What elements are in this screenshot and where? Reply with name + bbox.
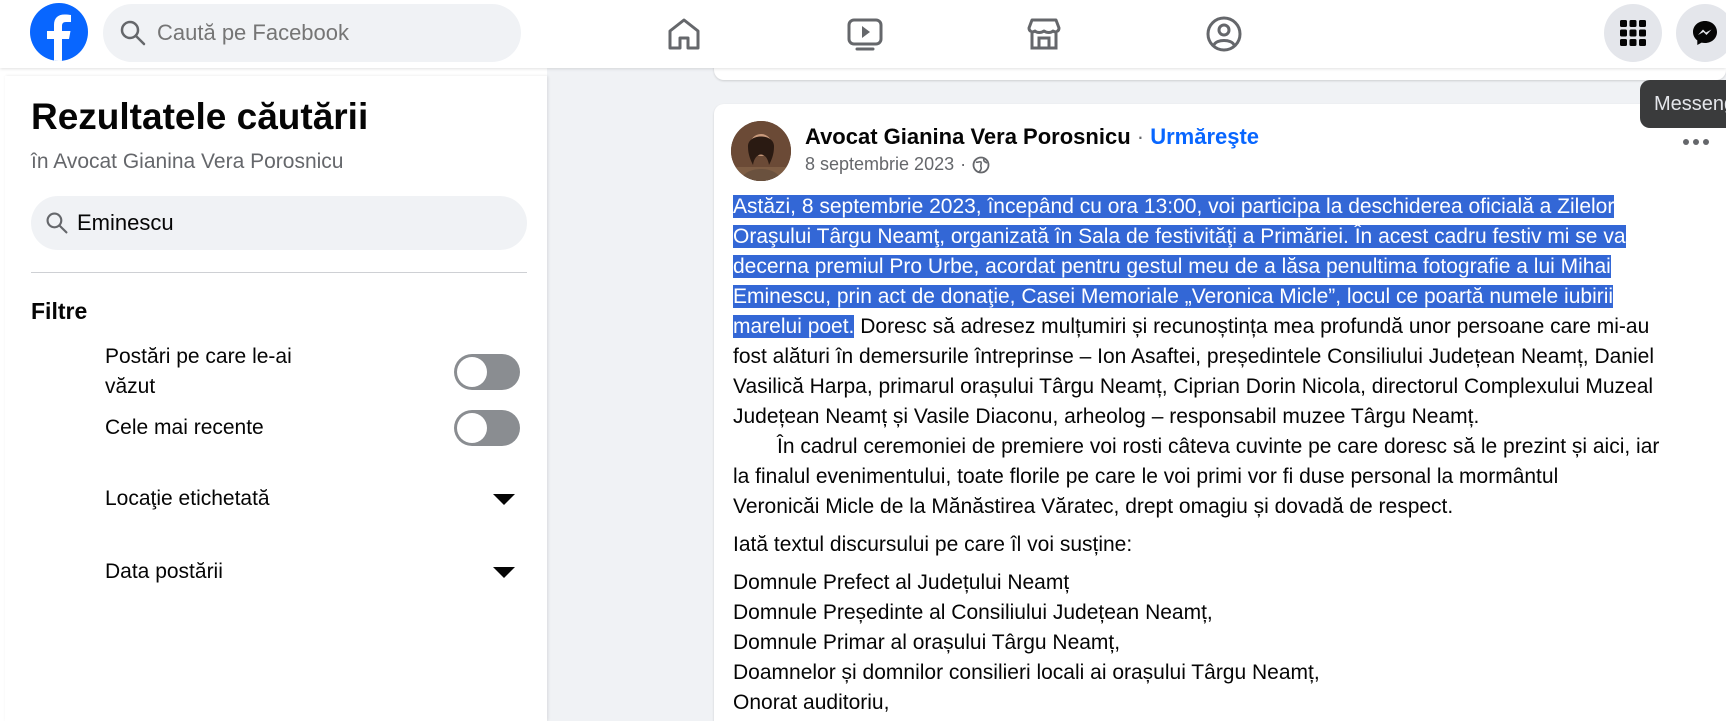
- post-line: Onorat auditoriu,: [733, 691, 890, 714]
- filters-heading: Filtre: [31, 298, 88, 324]
- facebook-f-glyph: [47, 14, 71, 61]
- facebook-logo-icon[interactable]: [30, 3, 88, 61]
- globe-icon: [972, 156, 990, 173]
- selected-text: Astăzi, 8 septembrie 2023, începând cu o…: [733, 195, 1615, 218]
- search-results-sidebar: Rezultatele căutării în Avocat Gianina V…: [5, 76, 547, 721]
- facebook-search-input[interactable]: [157, 20, 457, 46]
- post-line: decerna premiul Pro Urbe, acordat pentru…: [733, 252, 1718, 282]
- post-date[interactable]: 8 septembrie 2023: [805, 154, 954, 175]
- results-search-box[interactable]: [31, 196, 527, 250]
- search-icon: [46, 212, 68, 234]
- results-search-input[interactable]: [77, 210, 477, 236]
- toggle-knob: [457, 413, 487, 443]
- sidebar-title: Rezultatele căutării: [31, 96, 369, 137]
- sidebar-divider: [31, 272, 527, 273]
- location-dropdown-icon[interactable]: [493, 494, 515, 505]
- post-line: la finalul evenimentului, toate florile …: [733, 465, 1559, 488]
- post-line: Domnule Președinte al Consiliului Județe…: [733, 601, 1213, 624]
- post-card: Avocat Gianina Vera Porosnicu · Urmăreşt…: [714, 104, 1726, 721]
- author-avatar[interactable]: [731, 121, 791, 181]
- filter-seen-line-1: Postări pe care le-ai: [105, 345, 292, 368]
- selected-text: decerna premiul Pro Urbe, acordat pentru…: [733, 255, 1611, 278]
- selected-text: marelui poet.: [733, 315, 855, 338]
- post-line: marelui poet. Doresc să adresez mulțumir…: [733, 312, 1718, 342]
- home-icon: [668, 18, 700, 50]
- post-line: Domnule Primar al orașului Târgu Neamț,: [733, 631, 1121, 654]
- marketplace-nav-button[interactable]: [1022, 12, 1066, 56]
- filter-seen-line-2: văzut: [105, 375, 156, 398]
- sidebar-subtitle: în Avocat Gianina Vera Porosnicu: [31, 150, 344, 173]
- author-separator: ·: [1130, 124, 1151, 149]
- post-line: Eminescu, prin act de donaţie, Casei Mem…: [733, 282, 1718, 312]
- post-line: Doamnelor și domnilor consilieri locali …: [733, 661, 1320, 684]
- grid-menu-icon: [1620, 20, 1646, 46]
- post-author-line: Avocat Gianina Vera Porosnicu · Urmăreşt…: [805, 124, 1259, 150]
- groups-icon: [1206, 16, 1242, 52]
- post-line: În cadrul ceremoniei de premiere voi ros…: [777, 435, 1660, 458]
- filter-seen-posts-toggle[interactable]: [454, 354, 520, 390]
- post-line: Domnule Prefect al Județului Neamț: [733, 571, 1070, 594]
- dot-icon: [1683, 139, 1689, 145]
- facebook-search-box[interactable]: [103, 4, 521, 62]
- dot-icon: [1693, 139, 1699, 145]
- marketplace-icon: [1027, 18, 1061, 50]
- post-line: Oraşului Târgu Neamţ, organizată în Sala…: [733, 222, 1718, 252]
- post-line: Județean Neamț și Vasile Diaconu, arheol…: [733, 405, 1480, 428]
- video-nav-button[interactable]: [843, 12, 887, 56]
- messenger-tooltip: Messenger: [1640, 80, 1726, 128]
- post-text-segment: Doresc să adresez mulțumiri și recunoști…: [854, 315, 1650, 338]
- filter-recent-toggle[interactable]: [454, 410, 520, 446]
- apps-menu-button[interactable]: [1604, 4, 1662, 62]
- filter-seen-posts-label: Postări pe care le-ai văzut: [105, 342, 292, 402]
- filter-location-label[interactable]: Locaţie etichetată: [105, 484, 270, 514]
- date-separator: ·: [960, 154, 967, 174]
- filter-recent-label: Cele mai recente: [105, 416, 264, 439]
- post-line: fost alături în demersurile întreprinse …: [733, 345, 1654, 368]
- groups-nav-button[interactable]: [1202, 12, 1246, 56]
- messenger-icon: [1693, 21, 1717, 45]
- follow-button[interactable]: Urmăreşte: [1150, 124, 1259, 149]
- post-meta: 8 septembrie 2023 ·: [805, 154, 990, 175]
- home-nav-button[interactable]: [662, 12, 706, 56]
- selected-text: Eminescu, prin act de donaţie, Casei Mem…: [733, 285, 1614, 308]
- post-line: Astăzi, 8 septembrie 2023, începând cu o…: [733, 192, 1718, 222]
- date-dropdown-icon[interactable]: [493, 567, 515, 578]
- filter-date-label[interactable]: Data postării: [105, 557, 223, 587]
- toggle-knob: [457, 357, 487, 387]
- author-photo-icon: [731, 121, 791, 181]
- post-line: Veronicăi Micle de la Mănăstirea Văratec…: [733, 495, 1454, 518]
- dot-icon: [1703, 139, 1709, 145]
- top-navigation-bar: [0, 0, 1726, 68]
- messenger-button[interactable]: [1676, 4, 1726, 62]
- post-line: Iată textul discursului pe care îl voi s…: [733, 533, 1133, 556]
- post-line: Vasilică Harpa, primarul orașului Târgu …: [733, 375, 1654, 398]
- video-icon: [847, 18, 883, 51]
- post-options-button[interactable]: [1678, 132, 1714, 152]
- author-name[interactable]: Avocat Gianina Vera Porosnicu: [805, 124, 1131, 149]
- post-text: Astăzi, 8 septembrie 2023, începând cu o…: [733, 192, 1718, 718]
- selected-text: Oraşului Târgu Neamţ, organizată în Sala…: [733, 225, 1626, 248]
- search-icon: [120, 20, 146, 46]
